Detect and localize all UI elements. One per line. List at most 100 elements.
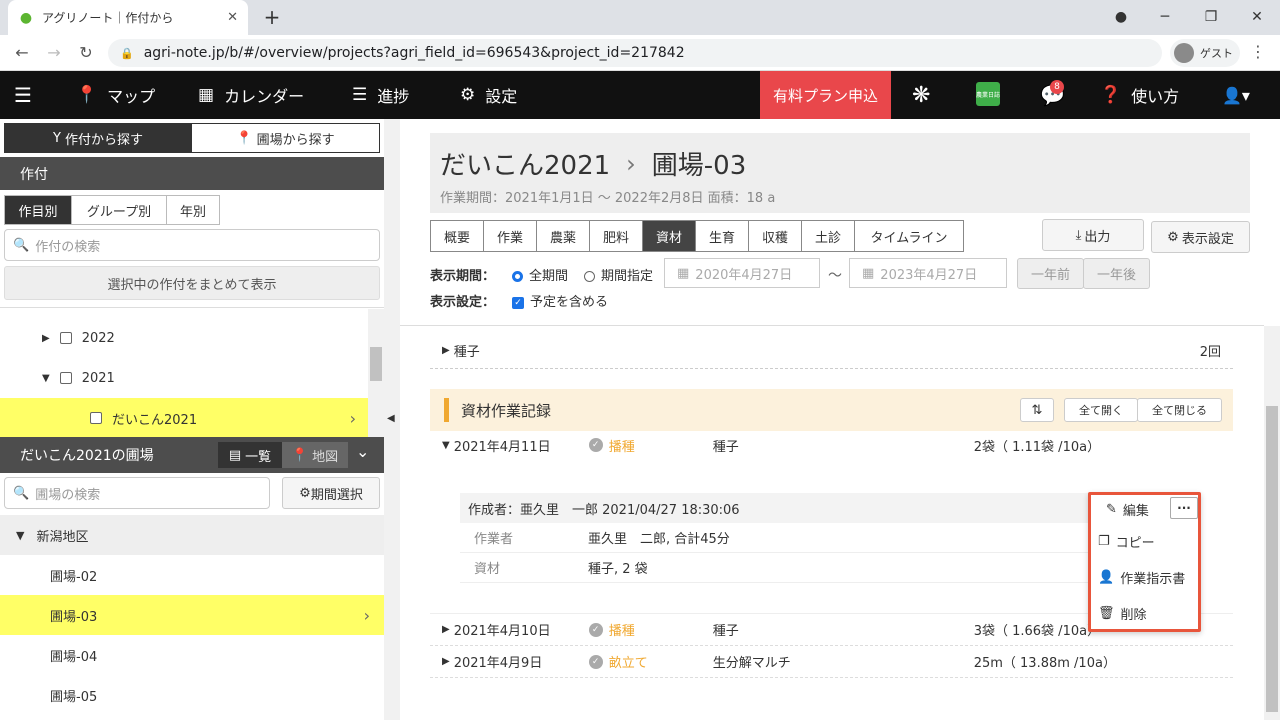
nav-help[interactable]: ❓ 使い方 xyxy=(1100,71,1179,119)
nav-settings[interactable]: ⚙ 設定 xyxy=(460,71,517,119)
checkbox[interactable] xyxy=(59,332,72,344)
new-tab-icon[interactable]: + xyxy=(260,6,284,28)
show-selected-button[interactable]: 選択中の作付をまとめて表示 xyxy=(4,266,380,300)
back-icon[interactable]: ← xyxy=(10,42,34,64)
tree-label: 2022 xyxy=(81,330,115,346)
collapse-icon[interactable]: ▼ xyxy=(16,529,24,542)
prev-year-button[interactable]: 一年前 xyxy=(1017,258,1084,289)
summary-row[interactable]: ▶ 種子 2回 xyxy=(430,333,1233,369)
tree-item-2021[interactable]: ▼ 2021 xyxy=(0,358,368,398)
tab-pesticide[interactable]: 農薬 xyxy=(536,220,590,252)
field-row[interactable]: 圃場-02 xyxy=(0,555,384,595)
menu-item-work-order[interactable]: 👤 作業指示書 xyxy=(1090,559,1200,595)
expand-icon[interactable]: ▶ xyxy=(42,333,50,344)
radio[interactable] xyxy=(584,271,595,282)
chrome-menu-icon[interactable]: ⋮ xyxy=(1250,42,1266,61)
forward-icon[interactable]: → xyxy=(42,42,66,64)
menu-toggle-icon[interactable]: ☰ xyxy=(14,71,32,119)
paid-plan-button[interactable]: 有料プラン申込 xyxy=(760,71,891,119)
view-list-button[interactable]: ▤ 一覧 xyxy=(218,442,282,468)
tab-work[interactable]: 作業 xyxy=(483,220,537,252)
nav-progress[interactable]: ☰ 進捗 xyxy=(352,71,409,119)
collapse-all-button[interactable]: 全て閉じる xyxy=(1137,398,1222,422)
checkbox[interactable] xyxy=(90,412,102,424)
nav-map[interactable]: 📍 マップ xyxy=(76,71,155,119)
export-button[interactable]: ⤓ 出力 xyxy=(1042,219,1144,251)
edit-button[interactable]: ✎ 編集 xyxy=(1106,498,1149,520)
address-bar-row: ← → ↻ 🔒 agri-note.jp/b/#/overview/projec… xyxy=(0,35,1280,71)
url-field[interactable]: 🔒 agri-note.jp/b/#/overview/projects?agr… xyxy=(108,39,1162,67)
tab-by-group[interactable]: グループ別 xyxy=(71,195,167,225)
profile-dropdown-icon[interactable]: ● xyxy=(1106,4,1136,30)
minimize-icon[interactable]: ─ xyxy=(1150,4,1180,30)
tree-item-2022[interactable]: ▶ 2022 xyxy=(0,318,368,358)
date-to-input[interactable]: ▦ 2023年4月27日 xyxy=(849,258,1007,288)
page-title: だいこん2021 › 圃場-03 xyxy=(440,145,746,182)
scrollbar[interactable] xyxy=(368,309,384,437)
sort-icon[interactable]: ⇅ xyxy=(1020,398,1054,422)
tab-overview[interactable]: 概要 xyxy=(430,220,484,252)
field-row-selected[interactable]: 圃場-03 › xyxy=(0,595,384,635)
collapse-icon[interactable]: ▼ xyxy=(42,373,50,384)
expand-icon[interactable]: ▶ xyxy=(442,345,450,356)
crop-section-header: 作付 xyxy=(0,157,384,190)
tab-timeline[interactable]: タイムライン xyxy=(854,220,964,252)
region-row[interactable]: ▼ 新潟地区 xyxy=(0,515,384,555)
tab-fertilizer[interactable]: 肥料 xyxy=(589,220,643,252)
map-pin-icon: 📍 xyxy=(291,447,309,463)
profile-button[interactable]: ゲスト xyxy=(1170,39,1240,67)
include-plan-checkbox[interactable]: ✓ 予定を含める xyxy=(512,291,608,310)
tab-materials[interactable]: 資材 xyxy=(642,220,696,252)
tab-by-crop[interactable]: 作目別 xyxy=(4,195,72,225)
checkbox[interactable] xyxy=(59,372,72,384)
scrollbar-thumb[interactable] xyxy=(1266,406,1278,712)
all-period-radio[interactable]: 全期間 xyxy=(512,265,568,284)
tab-harvest[interactable]: 収穫 xyxy=(748,220,802,252)
panel-splitter[interactable]: ◀ xyxy=(384,119,400,720)
check-icon[interactable]: ✓ xyxy=(512,296,524,309)
view-map-button[interactable]: 📍 地図 xyxy=(282,442,348,468)
close-icon[interactable]: ✕ xyxy=(227,10,238,25)
date-from-input[interactable]: ▦ 2020年4月27日 xyxy=(664,258,820,288)
specify-period-radio[interactable]: 期間指定 xyxy=(584,265,653,284)
field-row[interactable]: 圃場-04 xyxy=(0,635,384,675)
record-row[interactable]: ▼ 2021年4月11日 ✓ 播種 種子 2袋（ 1.11袋 /10a） xyxy=(430,429,1233,461)
record-row[interactable]: ▶ 2021年4月9日 ✓ 畝立て 生分解マルチ 25m（ 13.88m /10… xyxy=(430,646,1233,678)
menu-item-copy[interactable]: ❐ コピー xyxy=(1090,523,1200,559)
expand-icon[interactable]: ▶ xyxy=(442,624,450,635)
next-year-button[interactable]: 一年後 xyxy=(1083,258,1150,289)
edit-label: 編集 xyxy=(1122,503,1149,519)
search-by-field-toggle[interactable]: 📍 圃場から探す xyxy=(191,123,380,153)
window-close-icon[interactable]: ✕ xyxy=(1242,4,1272,30)
chevron-down-icon[interactable]: ⌄ xyxy=(356,442,369,461)
display-settings-button[interactable]: ⚙ 表示設定 xyxy=(1151,221,1250,253)
search-icon: 🔍 xyxy=(13,237,30,253)
scrollbar-thumb[interactable] xyxy=(370,347,382,381)
radio-selected[interactable] xyxy=(512,271,523,282)
user-menu-icon[interactable]: 👤▾ xyxy=(1222,71,1250,119)
menu-item-delete[interactable]: 🗑 削除 xyxy=(1090,595,1200,631)
tab-by-year[interactable]: 年別 xyxy=(166,195,220,225)
reload-icon[interactable]: ↻ xyxy=(74,42,98,64)
tree-item-daikon-2021[interactable]: だいこん2021 › xyxy=(0,398,368,438)
period-select-button[interactable]: ⚙ 期間選択 xyxy=(282,477,380,509)
crop-search-input[interactable]: 🔍 作付の検索 xyxy=(4,229,380,261)
search-by-crop-toggle[interactable]: Y 作付から探す xyxy=(4,123,192,153)
more-options-button[interactable]: ··· xyxy=(1170,497,1198,519)
field-row[interactable]: 圃場-05 xyxy=(0,675,384,715)
expand-icon[interactable]: ▶ xyxy=(442,656,450,667)
field-search-input[interactable]: 🔍 圃場の検索 xyxy=(4,477,270,509)
nav-calendar[interactable]: ▦ カレンダー xyxy=(198,71,304,119)
collapse-left-icon[interactable]: ◀ xyxy=(387,413,395,424)
browser-tab[interactable]: ● アグリノート｜作付から ✕ xyxy=(8,0,248,35)
plant-icon[interactable]: ❋ xyxy=(912,71,930,119)
expand-all-button[interactable]: 全て開く xyxy=(1064,398,1138,422)
scrollbar[interactable] xyxy=(1264,326,1280,720)
notification-icon[interactable]: 💬 xyxy=(1040,71,1065,119)
tab-growth[interactable]: 生育 xyxy=(695,220,749,252)
diary-app-icon[interactable]: 農業日誌 xyxy=(976,82,1000,106)
maximize-icon[interactable]: ❐ xyxy=(1196,4,1226,30)
collapse-icon[interactable]: ▼ xyxy=(442,440,450,451)
section-header: 資材作業記録 ⇅ 全て開く 全て閉じる xyxy=(430,389,1233,431)
tab-soil[interactable]: 土診 xyxy=(801,220,855,252)
